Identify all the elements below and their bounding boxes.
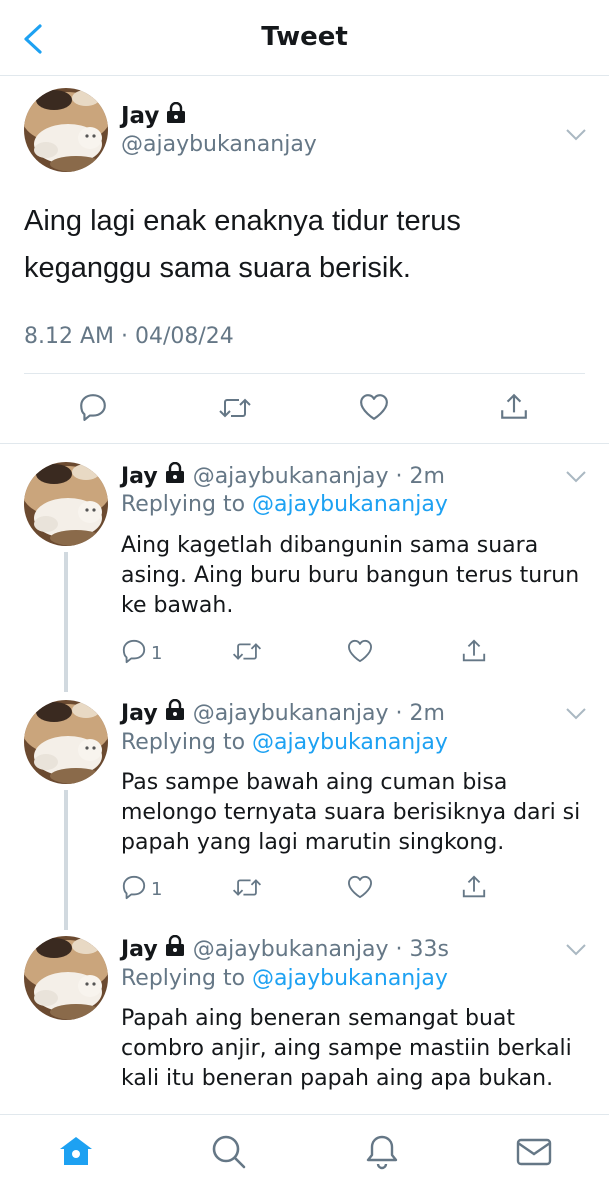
tweet-actions: 1 (121, 638, 491, 666)
chevron-down-icon[interactable] (566, 705, 586, 724)
page-title: Tweet (261, 22, 348, 52)
share-icon (461, 638, 487, 668)
heart-icon (347, 639, 373, 667)
thread-line (64, 790, 68, 930)
reply-icon (121, 638, 147, 668)
retweet-button[interactable] (232, 639, 262, 668)
author-handle-time: @ajaybukananjay · 33s (192, 936, 449, 962)
lock-icon (165, 462, 185, 490)
home-icon (57, 1137, 95, 1175)
top-nav-bar: Tweet (0, 0, 609, 76)
main-tweet[interactable]: Jay @ajaybukananjay Aing lagi enak enakn… (0, 76, 609, 444)
author-name: Jay (121, 700, 158, 726)
replying-to: Replying to @ajaybukananjay (121, 966, 448, 991)
messages-tab[interactable] (515, 1133, 553, 1171)
tweet-text: Aing lagi enak enaknya tidur terus kegan… (24, 205, 461, 284)
divider (24, 373, 585, 374)
avatar[interactable] (24, 462, 108, 546)
lock-icon (165, 935, 185, 963)
heart-icon (347, 875, 373, 903)
author-name: Jay (121, 936, 158, 962)
retweet-button[interactable] (232, 875, 262, 904)
reply-count: 1 (151, 878, 163, 900)
reply-button[interactable] (78, 392, 108, 426)
tweet-text: Pas sampe bawah aing cuman bisa melongo … (121, 770, 581, 855)
thread-line (64, 552, 68, 692)
home-tab[interactable] (57, 1133, 95, 1171)
reply-tweet[interactable]: Jay @ajaybukananjay · 33s Replying to @a… (0, 916, 609, 1114)
author-row[interactable]: Jay @ajaybukananjay · 2m (121, 699, 445, 727)
tweet-text: Papah aing beneran semangat buat combro … (121, 1006, 572, 1091)
avatar[interactable] (24, 88, 108, 172)
reply-tweet[interactable]: Jay @ajaybukananjay · 2m Replying to @aj… (0, 680, 609, 930)
bottom-tab-bar (0, 1114, 609, 1200)
author-row[interactable]: Jay @ajaybukananjay · 33s (121, 935, 449, 963)
envelope-icon (515, 1138, 553, 1175)
chevron-down-icon[interactable] (566, 126, 586, 145)
lock-icon (165, 699, 185, 727)
like-button[interactable] (347, 875, 373, 903)
mention-link[interactable]: @ajaybukananjay (252, 730, 448, 755)
reply-button[interactable]: 1 (121, 638, 162, 668)
avatar[interactable] (24, 936, 108, 1020)
chevron-down-icon[interactable] (566, 468, 586, 487)
share-button[interactable] (461, 638, 487, 668)
reply-tweet[interactable]: Jay @ajaybukananjay · 2m Replying to @aj… (0, 444, 609, 692)
author-handle-time: @ajaybukananjay · 2m (192, 700, 445, 726)
like-button[interactable] (359, 393, 389, 425)
share-icon (499, 392, 529, 426)
mention-link[interactable]: @ajaybukananjay (252, 966, 448, 991)
retweet-icon (218, 394, 252, 426)
author-handle-time: @ajaybukananjay · 2m (192, 463, 445, 489)
search-icon (209, 1135, 247, 1175)
lock-icon (166, 102, 186, 130)
replying-to: Replying to @ajaybukananjay (121, 730, 448, 755)
author-row[interactable]: Jay @ajaybukananjay · 2m (121, 462, 445, 490)
reply-icon (78, 392, 108, 426)
reply-icon (121, 874, 147, 904)
avatar[interactable] (24, 700, 108, 784)
chevron-down-icon[interactable] (566, 941, 586, 960)
tweet-timestamp: 8.12 AM · 04/08/24 (24, 324, 234, 349)
search-tab[interactable] (209, 1133, 247, 1171)
author-name: Jay (121, 103, 160, 129)
tweet-actions: 1 (121, 874, 491, 902)
retweet-button[interactable] (218, 394, 252, 426)
heart-icon (359, 393, 389, 425)
author-name-row[interactable]: Jay (121, 102, 186, 130)
author-name: Jay (121, 463, 158, 489)
reply-button[interactable]: 1 (121, 874, 162, 904)
reply-count: 1 (151, 642, 163, 664)
like-button[interactable] (347, 639, 373, 667)
tweet-text: Aing kagetlah dibangunin sama suara asin… (121, 533, 580, 618)
share-icon (461, 874, 487, 904)
author-handle[interactable]: @ajaybukananjay (121, 132, 317, 157)
retweet-icon (232, 875, 262, 904)
notifications-tab[interactable] (363, 1133, 401, 1171)
share-button[interactable] (499, 392, 529, 426)
bell-icon (363, 1135, 401, 1175)
replying-to: Replying to @ajaybukananjay (121, 492, 448, 517)
mention-link[interactable]: @ajaybukananjay (252, 492, 448, 517)
retweet-icon (232, 639, 262, 668)
share-button[interactable] (461, 874, 487, 904)
